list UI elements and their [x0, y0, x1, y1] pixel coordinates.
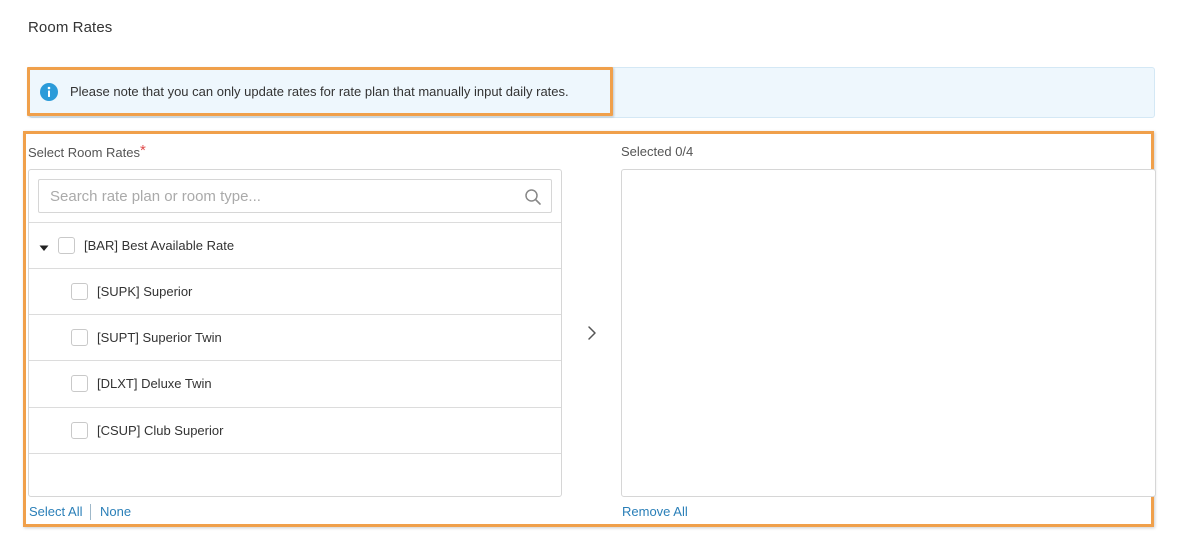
checkbox-supk[interactable]	[71, 283, 88, 300]
page-title: Room Rates	[28, 19, 113, 36]
tree-item-label: [SUPK] Superior	[97, 284, 193, 299]
notice-highlight: Please note that you can only update rat…	[27, 67, 613, 116]
tree-item-label: [BAR] Best Available Rate	[84, 238, 235, 253]
tree-item-supk[interactable]: [SUPK] Superior	[29, 268, 561, 314]
move-right-button[interactable]	[584, 325, 600, 346]
tree-item-dlxt[interactable]: [DLXT] Deluxe Twin	[29, 360, 561, 406]
search-icon[interactable]	[524, 188, 542, 206]
search-input[interactable]	[39, 180, 551, 212]
select-room-rates-label: Select Room Rates*	[28, 142, 146, 161]
select-all-link[interactable]: Select All	[29, 504, 82, 519]
selected-count-label: Selected 0/4	[621, 144, 694, 159]
select-room-rates-label-text: Select Room Rates	[28, 145, 140, 160]
remove-all-link[interactable]: Remove All	[622, 504, 688, 519]
tree-item-label: [DLXT] Deluxe Twin	[97, 376, 212, 391]
checkbox-csup[interactable]	[71, 422, 88, 439]
notice-text: Please note that you can only update rat…	[70, 84, 569, 99]
tree-item-label: [CSUP] Club Superior	[97, 423, 224, 438]
link-divider	[90, 504, 91, 520]
checkbox-bar[interactable]	[58, 237, 75, 254]
required-marker: *	[140, 142, 146, 159]
tree-item-supt[interactable]: [SUPT] Superior Twin	[29, 314, 561, 360]
selected-rates-panel	[621, 169, 1156, 497]
tree-item-label: [SUPT] Superior Twin	[97, 330, 222, 345]
checkbox-supt[interactable]	[71, 329, 88, 346]
chevron-right-icon	[587, 325, 597, 346]
tree-item-csup[interactable]: [CSUP] Club Superior	[29, 407, 561, 453]
room-rates-tree-panel: [BAR] Best Available Rate [SUPK] Superio…	[28, 169, 562, 497]
select-none-link[interactable]: None	[100, 504, 131, 519]
tree-item-bar[interactable]: [BAR] Best Available Rate	[29, 222, 561, 268]
checkbox-dlxt[interactable]	[71, 375, 88, 392]
info-icon	[40, 82, 58, 101]
search-box	[38, 179, 552, 213]
tree-empty-area	[29, 453, 561, 496]
caret-down-icon[interactable]	[39, 241, 49, 251]
